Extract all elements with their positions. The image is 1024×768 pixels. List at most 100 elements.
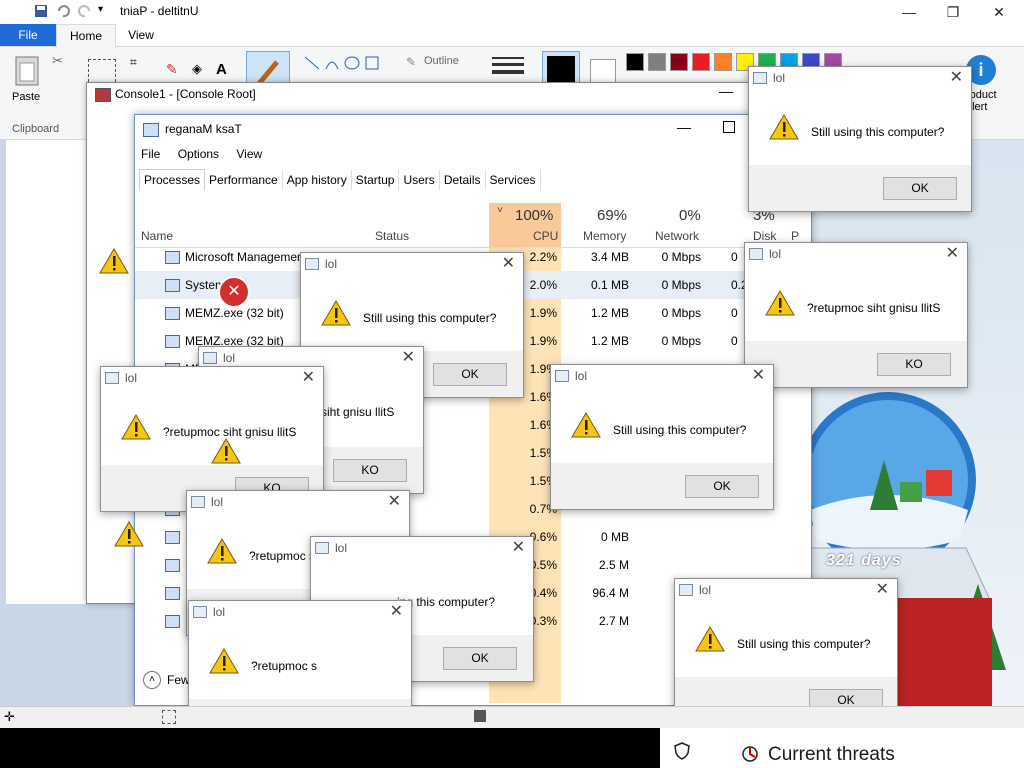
shapes-icon[interactable]	[304, 55, 384, 76]
minimize-button[interactable]: —	[894, 2, 924, 22]
col-disk[interactable]: Disk	[753, 229, 776, 243]
fewer-details-icon[interactable]: ˄	[143, 671, 161, 689]
col-power[interactable]: P	[791, 229, 799, 243]
crop-icon[interactable]: ⌗	[130, 55, 137, 70]
dialog-ok-button[interactable]: OK	[685, 475, 759, 498]
dialog-ko-button[interactable]: KO	[333, 459, 407, 482]
message-dialog: lol ✕ Still using this computer? OK	[748, 66, 972, 212]
dialog-close-button[interactable]: ✕	[512, 537, 525, 557]
palette-color-swatch[interactable]	[626, 53, 644, 71]
save-icon[interactable]	[34, 4, 48, 18]
tm-maximize-button[interactable]	[723, 121, 735, 133]
dialog-ko-button[interactable]: KO	[877, 353, 951, 376]
tab-users[interactable]: Users	[399, 170, 440, 190]
paste-button-label[interactable]: Paste	[12, 91, 40, 103]
process-disk: 0	[731, 334, 738, 348]
current-threats-heading[interactable]: Current threats	[768, 744, 895, 766]
dialog-close-button[interactable]: ✕	[402, 347, 415, 367]
dialog-close-button[interactable]: ✕	[390, 601, 403, 621]
message-dialog: lol ✕ Still using this computer? OK	[550, 364, 774, 510]
dialog-message: ?retupmoc siht gnisu llitS	[807, 301, 941, 315]
dialog-ok-button[interactable]: OK	[443, 647, 517, 670]
palette-color-swatch[interactable]	[670, 53, 688, 71]
image-size-icon	[474, 710, 486, 722]
warning-icon	[571, 411, 601, 439]
process-memory: 0.1 MB	[590, 278, 629, 292]
dialog-ok-button[interactable]: OK	[883, 177, 957, 200]
dialog-app-icon	[305, 258, 319, 270]
paint-canvas[interactable]	[6, 140, 86, 604]
dialog-title: lol	[211, 495, 224, 509]
tab-app-history[interactable]: App history	[283, 170, 352, 190]
palette-color-swatch[interactable]	[648, 53, 666, 71]
outline-icon[interactable]: ✎	[406, 55, 416, 69]
process-icon	[165, 279, 180, 292]
process-icon	[165, 559, 180, 572]
col-memory[interactable]: Memory	[583, 229, 626, 243]
process-table-header: Name Status ˅ 100% CPU 69% Memory 0% Net…	[135, 203, 811, 248]
text-icon[interactable]: A	[216, 61, 227, 78]
dialog-close-button[interactable]: ✕	[876, 579, 889, 599]
shield-icon	[674, 742, 690, 763]
process-network: 0 Mbps	[661, 306, 701, 320]
dialog-title: lol	[335, 541, 348, 555]
col-name[interactable]: Name	[141, 229, 173, 243]
outline-dropdown-label[interactable]: Outline	[424, 55, 459, 67]
redo-icon[interactable]	[78, 4, 92, 18]
maximize-button[interactable]: ❐	[938, 2, 968, 22]
dialog-message: Still using this computer?	[811, 125, 945, 139]
warning-icon	[769, 113, 799, 141]
menu-view[interactable]: View	[236, 147, 262, 161]
dialog-close-button[interactable]: ✕	[502, 253, 515, 273]
size-icon[interactable]	[492, 55, 524, 79]
process-icon	[165, 307, 180, 320]
dialog-message: Still using this computer?	[363, 311, 497, 325]
undo-icon[interactable]	[56, 4, 70, 18]
warning-icon	[114, 520, 144, 551]
dialog-close-button[interactable]: ✕	[388, 491, 401, 511]
tab-services[interactable]: Services	[486, 170, 541, 190]
dialog-close-button[interactable]: ✕	[950, 67, 963, 87]
menu-options[interactable]: Options	[178, 147, 219, 161]
warning-icon	[211, 437, 241, 465]
palette-color-swatch[interactable]	[692, 53, 710, 71]
col-network[interactable]: Network	[655, 229, 699, 243]
paste-icon[interactable]	[14, 53, 40, 90]
col-cpu[interactable]: CPU	[533, 229, 558, 243]
dialog-message: Still using this computer?	[613, 423, 747, 437]
close-button[interactable]: ✕	[984, 2, 1014, 22]
paint-titlebar: ▾ tniaP - deltitnU — ❐ ✕	[0, 0, 1024, 24]
sort-chevron-icon: ˅	[497, 205, 503, 216]
console-minimize-button[interactable]: —	[719, 83, 733, 99]
tab-view[interactable]: View	[118, 24, 164, 46]
tab-processes[interactable]: Processes	[139, 169, 206, 191]
tab-performance[interactable]: Performance	[205, 170, 283, 190]
tab-startup[interactable]: Startup	[352, 170, 400, 190]
dialog-app-icon	[203, 352, 217, 364]
process-memory: 96.4 M	[592, 586, 629, 600]
process-network: 0 Mbps	[661, 278, 701, 292]
process-icon	[165, 587, 180, 600]
dialog-title: lol	[773, 71, 786, 85]
warning-icon	[99, 247, 129, 275]
tm-minimize-button[interactable]: —	[677, 119, 691, 135]
dialog-message: ?retupmoc s	[251, 659, 318, 673]
fewer-details-label[interactable]: Few	[167, 673, 190, 687]
fill-icon[interactable]: ◈	[192, 61, 202, 77]
palette-color-swatch[interactable]	[714, 53, 732, 71]
cut-icon[interactable]: ✂	[52, 53, 63, 69]
tab-file[interactable]: File	[0, 24, 56, 46]
dialog-ok-button[interactable]: OK	[433, 363, 507, 386]
dialog-close-button[interactable]: ✕	[752, 365, 765, 385]
dialog-app-icon	[105, 372, 119, 384]
defender-panel: Current threats	[660, 728, 1024, 768]
menu-file[interactable]: File	[141, 147, 160, 161]
dialog-close-button[interactable]: ✕	[946, 243, 959, 263]
tab-details[interactable]: Details	[440, 170, 486, 190]
dialog-close-button[interactable]: ✕	[302, 367, 315, 387]
tab-home[interactable]: Home	[56, 24, 116, 48]
paint-title: tniaP - deltitnU	[120, 4, 199, 18]
col-status[interactable]: Status	[375, 229, 409, 243]
pencil-icon[interactable]: ✎	[166, 61, 178, 78]
customize-quick-access-icon[interactable]: ▾	[98, 4, 112, 18]
